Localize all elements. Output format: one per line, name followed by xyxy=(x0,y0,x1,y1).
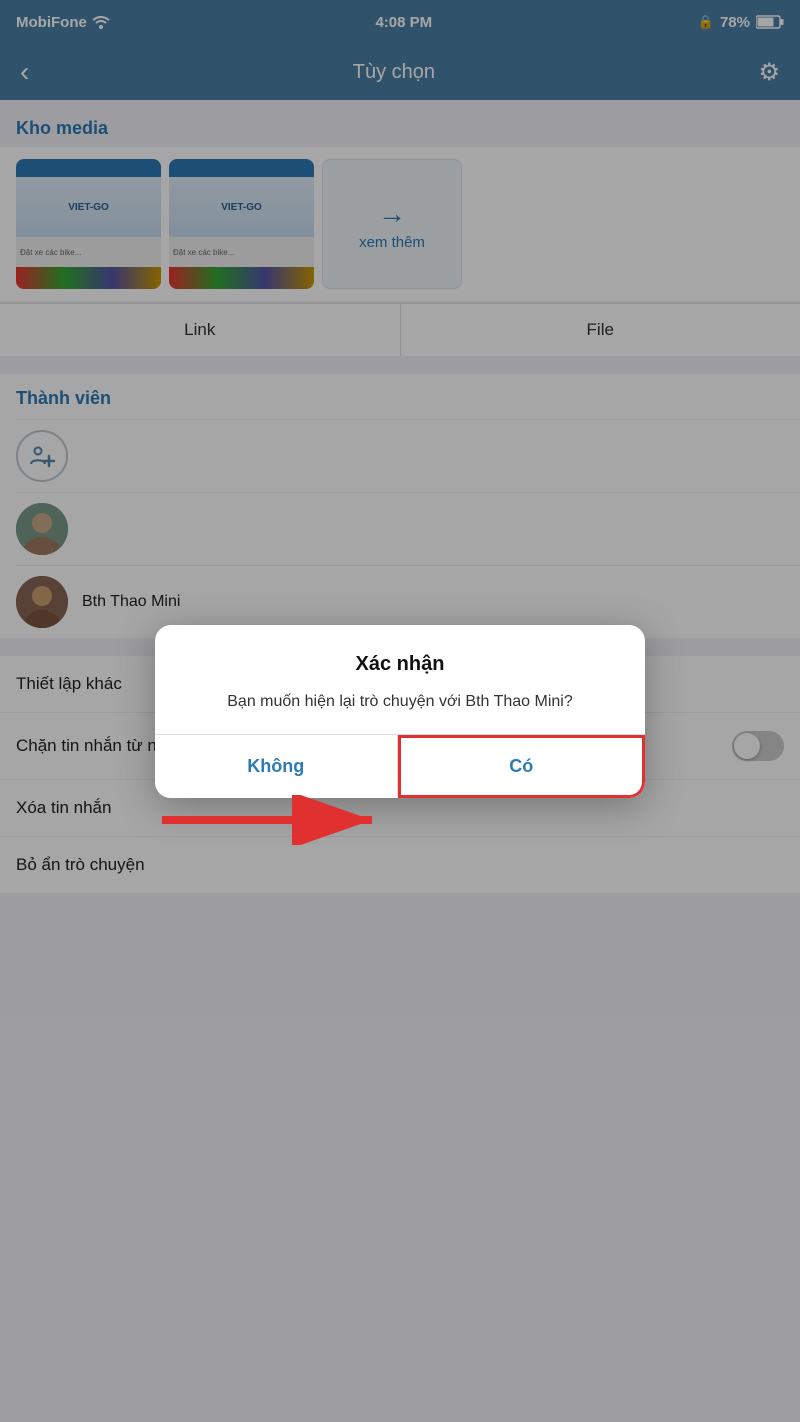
dialog-cancel-button[interactable]: Không xyxy=(155,735,398,798)
red-arrow-icon xyxy=(152,795,392,845)
dialog-confirm-button[interactable]: Có xyxy=(398,735,646,798)
arrow-indicator xyxy=(152,795,392,845)
dialog-body: Xác nhận Bạn muốn hiện lại trò chuyện vớ… xyxy=(155,625,645,734)
dialog-overlay: Xác nhận Bạn muốn hiện lại trò chuyện vớ… xyxy=(0,0,800,1422)
dialog-message: Bạn muốn hiện lại trò chuyện với Bth Tha… xyxy=(183,690,617,714)
confirm-dialog: Xác nhận Bạn muốn hiện lại trò chuyện vớ… xyxy=(155,625,645,798)
dialog-buttons: Không Có xyxy=(155,734,645,798)
dialog-title: Xác nhận xyxy=(183,653,617,676)
